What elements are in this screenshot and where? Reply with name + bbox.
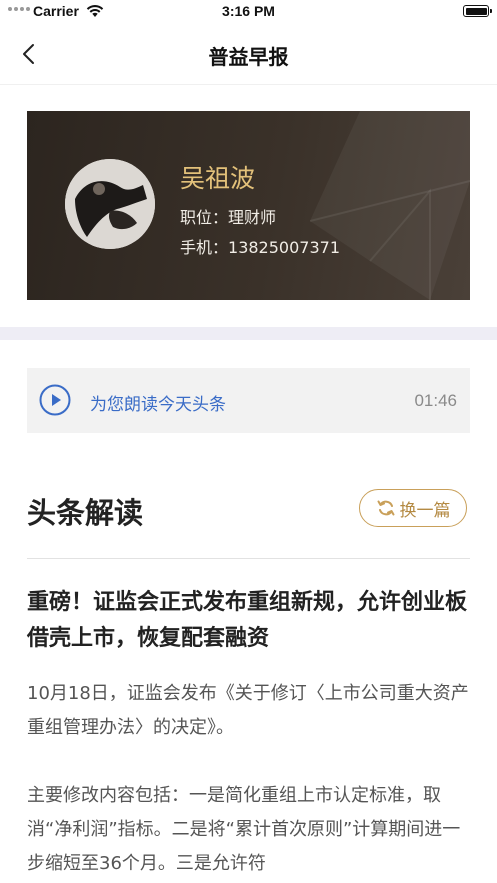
audio-duration: 01:46	[414, 391, 457, 410]
play-icon[interactable]	[39, 384, 71, 416]
advisor-name: 吴祖波	[180, 164, 256, 193]
battery-icon	[463, 5, 492, 17]
position-label: 职位：	[180, 208, 229, 227]
refresh-icon	[377, 500, 394, 516]
phone-value[interactable]: 13825007371	[228, 238, 340, 257]
section-divider	[0, 327, 497, 340]
article-headline[interactable]: 重磅！证监会正式发布重组新规，允许创业板借壳上市，恢复配套融资	[27, 585, 472, 657]
advisor-card: 吴祖波 职位：理财师 手机：13825007371	[27, 111, 470, 300]
article-paragraph: 主要修改内容包括：一是简化重组上市认定标准，取消“净利润”指标。二是将“累计首次…	[27, 785, 461, 874]
divider	[27, 558, 470, 559]
position-row: 职位：理财师	[180, 204, 276, 228]
article-paragraph: 10月18日，证监会发布《关于修订〈上市公司重大资产重组管理办法〉的决定》。	[27, 683, 469, 738]
swap-article-label: 换一篇	[399, 500, 451, 521]
audio-label[interactable]: 为您朗读今天头条	[90, 390, 226, 415]
audio-player[interactable]: 为您朗读今天头条 01:46	[27, 368, 470, 433]
card-decoration	[310, 111, 470, 300]
phone-label: 手机：	[180, 238, 229, 257]
avatar	[65, 159, 155, 249]
page-title: 普益早报	[208, 45, 289, 69]
position-value: 理财师	[228, 208, 277, 227]
status-time: 3:16 PM	[222, 3, 275, 19]
swap-article-button[interactable]: 换一篇	[359, 489, 467, 527]
section-title: 头条解读	[27, 496, 144, 530]
navigation-bar: 普益早报	[0, 24, 497, 85]
phone-row: 手机：13825007371	[180, 234, 340, 258]
status-bar: Carrier 3:16 PM	[0, 0, 497, 24]
